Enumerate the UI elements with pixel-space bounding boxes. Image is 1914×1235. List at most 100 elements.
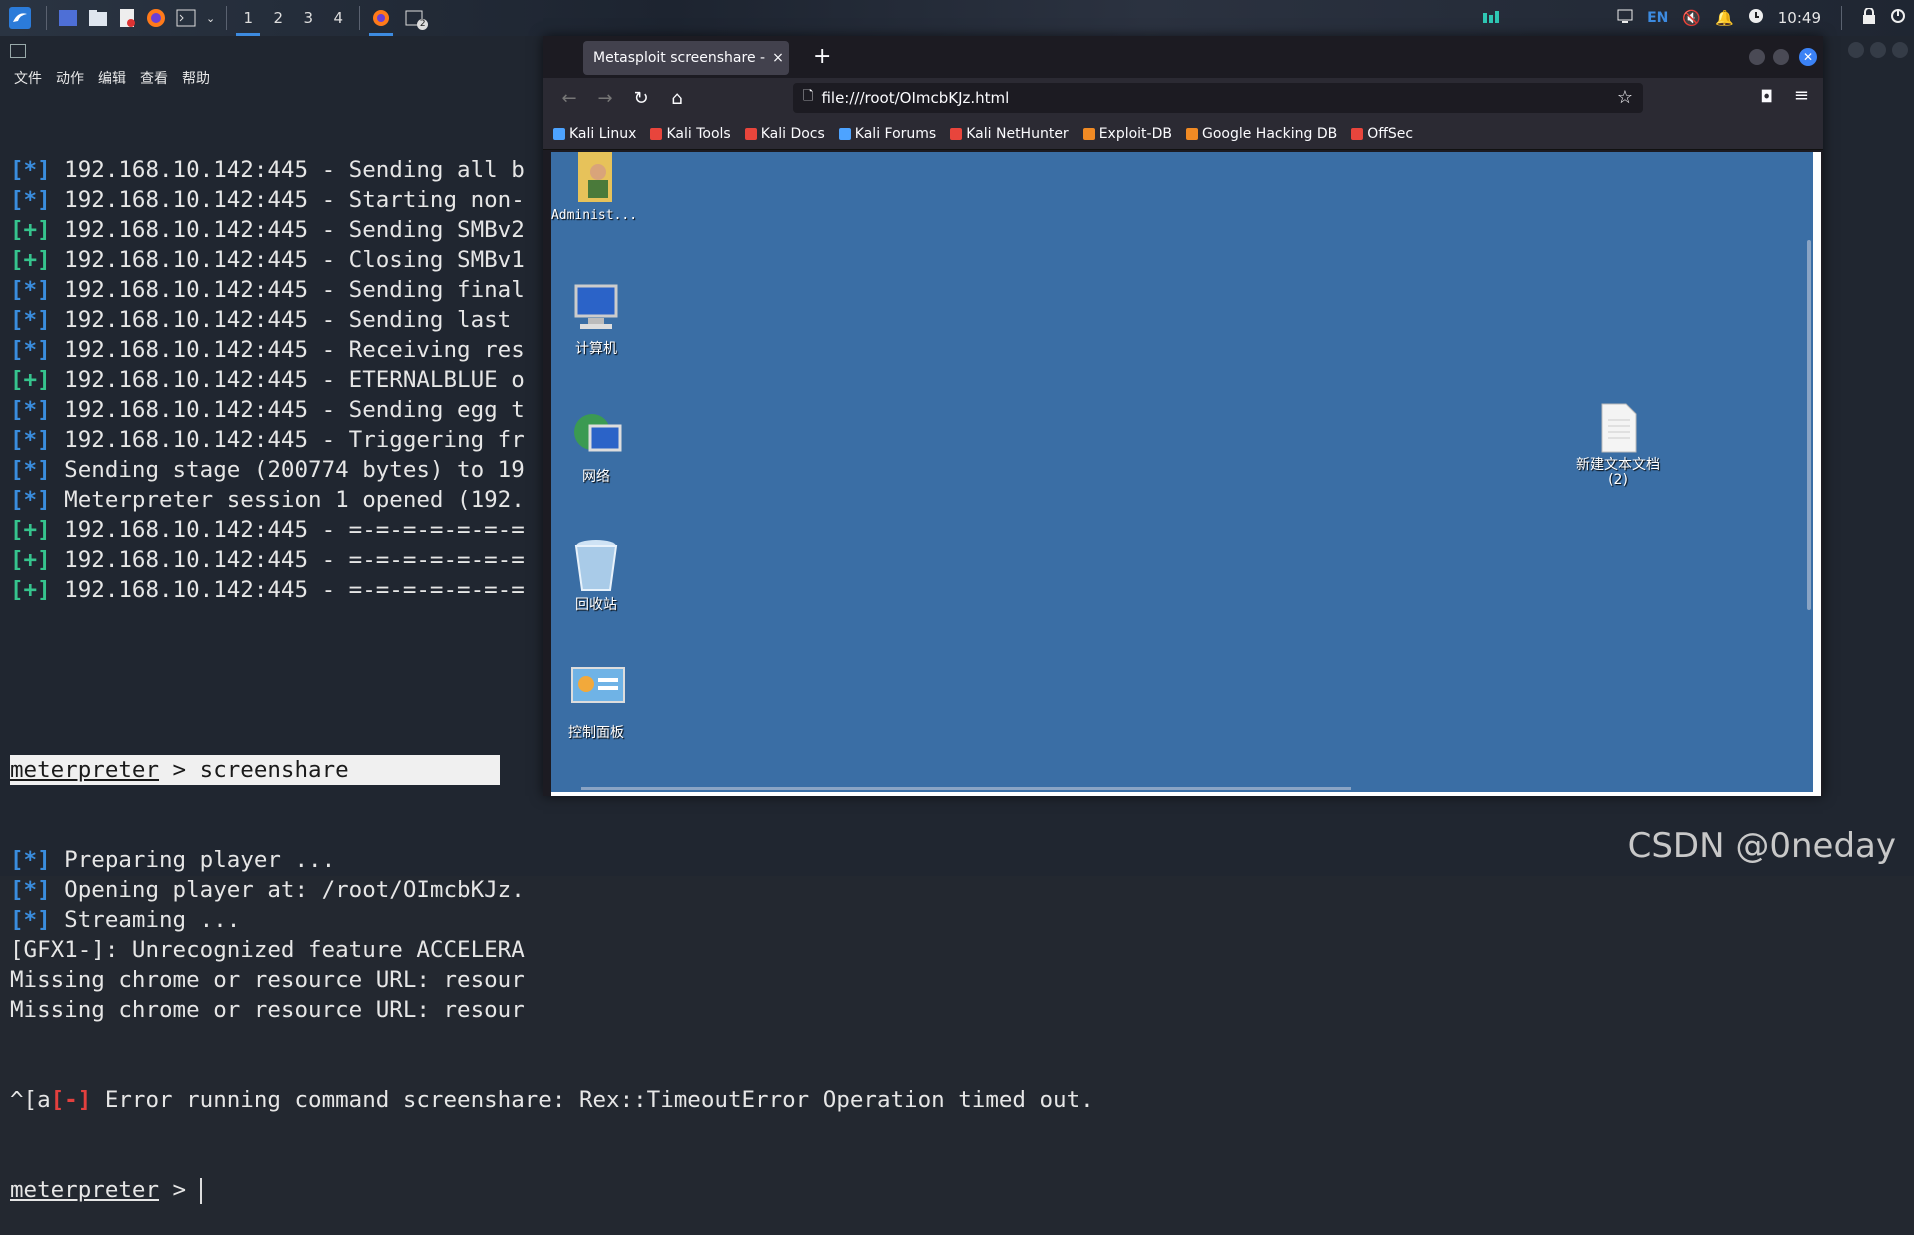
status-tag: [+] [10, 217, 51, 243]
show-desktop-icon[interactable] [53, 0, 83, 36]
lock-icon[interactable] [1862, 7, 1876, 28]
menu-view[interactable]: 查看 [140, 68, 168, 88]
status-tag: [+] [10, 367, 51, 393]
line-text: 192.168.10.142:445 - Sending final [50, 277, 525, 303]
firefox-window[interactable]: Metasploit screenshare - 192 × + ✕ ← → ↻… [543, 36, 1823, 796]
status-tag: [*] [10, 277, 51, 303]
status-tag: [*] [10, 847, 51, 873]
bookmark-label: Kali Tools [666, 125, 731, 142]
workspace-1[interactable]: 1 [233, 0, 263, 36]
menu-help[interactable]: 帮助 [182, 68, 210, 88]
command-text: > screenshare [159, 757, 349, 783]
icon-label: 网络 [582, 469, 610, 485]
desktop-icon-network[interactable]: 网络 [551, 410, 641, 486]
bookmark-item[interactable]: Kali Docs [744, 126, 825, 142]
line-text: Opening player at: /root/OImcbKJz. [50, 877, 525, 903]
terminal-line: [*] Opening player at: /root/OImcbKJz. [10, 875, 1094, 905]
home-button[interactable]: ⌂ [659, 88, 695, 109]
logout-icon[interactable] [1890, 8, 1906, 28]
watermark: CSDN @0neday [1627, 826, 1896, 866]
line-text: Missing chrome or resource URL: resour [10, 997, 525, 1023]
menu-edit[interactable]: 编辑 [98, 68, 126, 88]
update-icon[interactable] [1748, 8, 1764, 28]
text-editor-icon[interactable] [113, 0, 141, 36]
firefox-icon[interactable] [141, 0, 171, 36]
screenshare-output: [*] Preparing player ... [*] Opening play… [10, 845, 1094, 1025]
taskbar-firefox[interactable] [366, 0, 396, 36]
bookmark-item[interactable]: Exploit-DB [1082, 126, 1172, 142]
tab-close-icon[interactable]: × [767, 50, 789, 66]
forward-button[interactable]: → [587, 88, 623, 109]
volume-muted-icon[interactable]: 🔇 [1682, 9, 1701, 27]
maximize-button[interactable] [1773, 49, 1789, 65]
kali-menu-icon[interactable] [0, 0, 40, 36]
taskbar-terminal[interactable]: 2 [396, 0, 432, 36]
line-text: 192.168.10.142:445 - =-=-=-=-=-=-= [50, 517, 525, 543]
user-folder-icon [568, 152, 620, 204]
status-tag: [*] [10, 157, 51, 183]
desktop-icon-recycle-bin[interactable]: 回收站 [551, 538, 641, 614]
icon-label: 控制面板 [568, 725, 624, 741]
desktop-icon-computer[interactable]: 计算机 [551, 282, 641, 358]
workspace-3[interactable]: 3 [293, 0, 323, 36]
bookmark-favicon-icon [1082, 127, 1095, 140]
tab-bar: Metasploit screenshare - 192 × + ✕ [543, 36, 1823, 78]
bookmark-item[interactable]: Kali Tools [650, 125, 731, 142]
status-tag: [*] [10, 907, 51, 933]
horizontal-scrollbar[interactable] [581, 787, 1351, 790]
line-text: Meterpreter session 1 opened (192. [50, 487, 525, 513]
reload-button[interactable]: ↻ [623, 88, 659, 109]
desktop-icon-text-document[interactable]: 新建文本文档 (2) [1573, 402, 1663, 488]
terminal-minimize-button[interactable] [1848, 42, 1864, 58]
workspace-2[interactable]: 2 [263, 0, 293, 36]
terminal-line: [*] Streaming ... [10, 905, 1094, 935]
terminal-toolbar-icon[interactable] [10, 44, 26, 58]
vertical-scrollbar[interactable] [1807, 240, 1811, 610]
bookmark-item[interactable]: OffSec [1351, 126, 1413, 142]
chevron-down-icon[interactable]: ⌄ [201, 0, 220, 36]
file-manager-icon[interactable] [83, 0, 113, 36]
terminal-maximize-button[interactable] [1870, 42, 1886, 58]
remote-desktop-screen[interactable]: Administ... 计算机 网络 回收站 控制面板 新建文本文档 (2) [551, 152, 1813, 792]
menu-action[interactable]: 动作 [56, 68, 84, 88]
status-tag: [*] [10, 487, 51, 513]
bookmark-item[interactable]: Kali Forums [838, 126, 936, 142]
new-tab-button[interactable]: + [813, 44, 831, 69]
display-icon[interactable] [1617, 9, 1633, 27]
network-icon [570, 410, 622, 462]
bookmark-label: Kali Linux [569, 125, 637, 142]
menu-hamburger-icon[interactable]: ≡ [1794, 85, 1809, 106]
pocket-icon[interactable]: ◘ [1760, 87, 1773, 106]
final-prompt-suffix: > [159, 1177, 200, 1203]
page-icon: 🗋 [803, 89, 814, 104]
bookmark-favicon-icon [553, 127, 565, 140]
bookmark-label: OffSec [1367, 125, 1414, 142]
close-window-button[interactable]: ✕ [1799, 48, 1817, 66]
terminal-close-button[interactable] [1892, 42, 1908, 58]
language-indicator[interactable]: EN [1647, 10, 1668, 26]
line-text: 192.168.10.142:445 - Receiving res [50, 337, 525, 363]
bookmark-favicon-icon [838, 127, 851, 140]
clock[interactable]: 10:49 [1778, 9, 1821, 27]
menu-file[interactable]: 文件 [14, 68, 42, 88]
bookmark-item[interactable]: Kali Linux [553, 126, 636, 142]
workspace-4[interactable]: 4 [323, 0, 353, 36]
desktop-icon-control-panel[interactable]: 控制面板 [551, 666, 641, 742]
desktop-icon-administrator[interactable]: Administ... [551, 152, 639, 223]
bookmark-star-icon[interactable]: ☆ [1617, 87, 1633, 108]
icon-label: 回收站 [575, 597, 617, 613]
line-text: 192.168.10.142:445 - Sending last [50, 307, 525, 333]
tab-screenshare[interactable]: Metasploit screenshare - 192 × [583, 41, 789, 75]
url-bar[interactable]: 🗋 file:///root/OImcbKJz.html ☆ [793, 83, 1643, 113]
bookmark-item[interactable]: Google Hacking DB [1185, 126, 1337, 142]
icon-label: 新建文本文档 (2) [1576, 457, 1660, 488]
terminal-icon[interactable] [171, 0, 201, 36]
bookmark-item[interactable]: Kali NetHunter [950, 126, 1069, 142]
notification-bell-icon[interactable]: 🔔 [1715, 9, 1734, 27]
final-prompt-line[interactable]: meterpreter > [10, 1175, 1094, 1205]
terminal-line: [*] Preparing player ... [10, 845, 1094, 875]
error-tag: [-] [50, 1087, 92, 1113]
back-button[interactable]: ← [551, 88, 587, 109]
line-text: [GFX1-]: Unrecognized feature ACCELERA [10, 937, 525, 963]
minimize-button[interactable] [1749, 49, 1765, 65]
